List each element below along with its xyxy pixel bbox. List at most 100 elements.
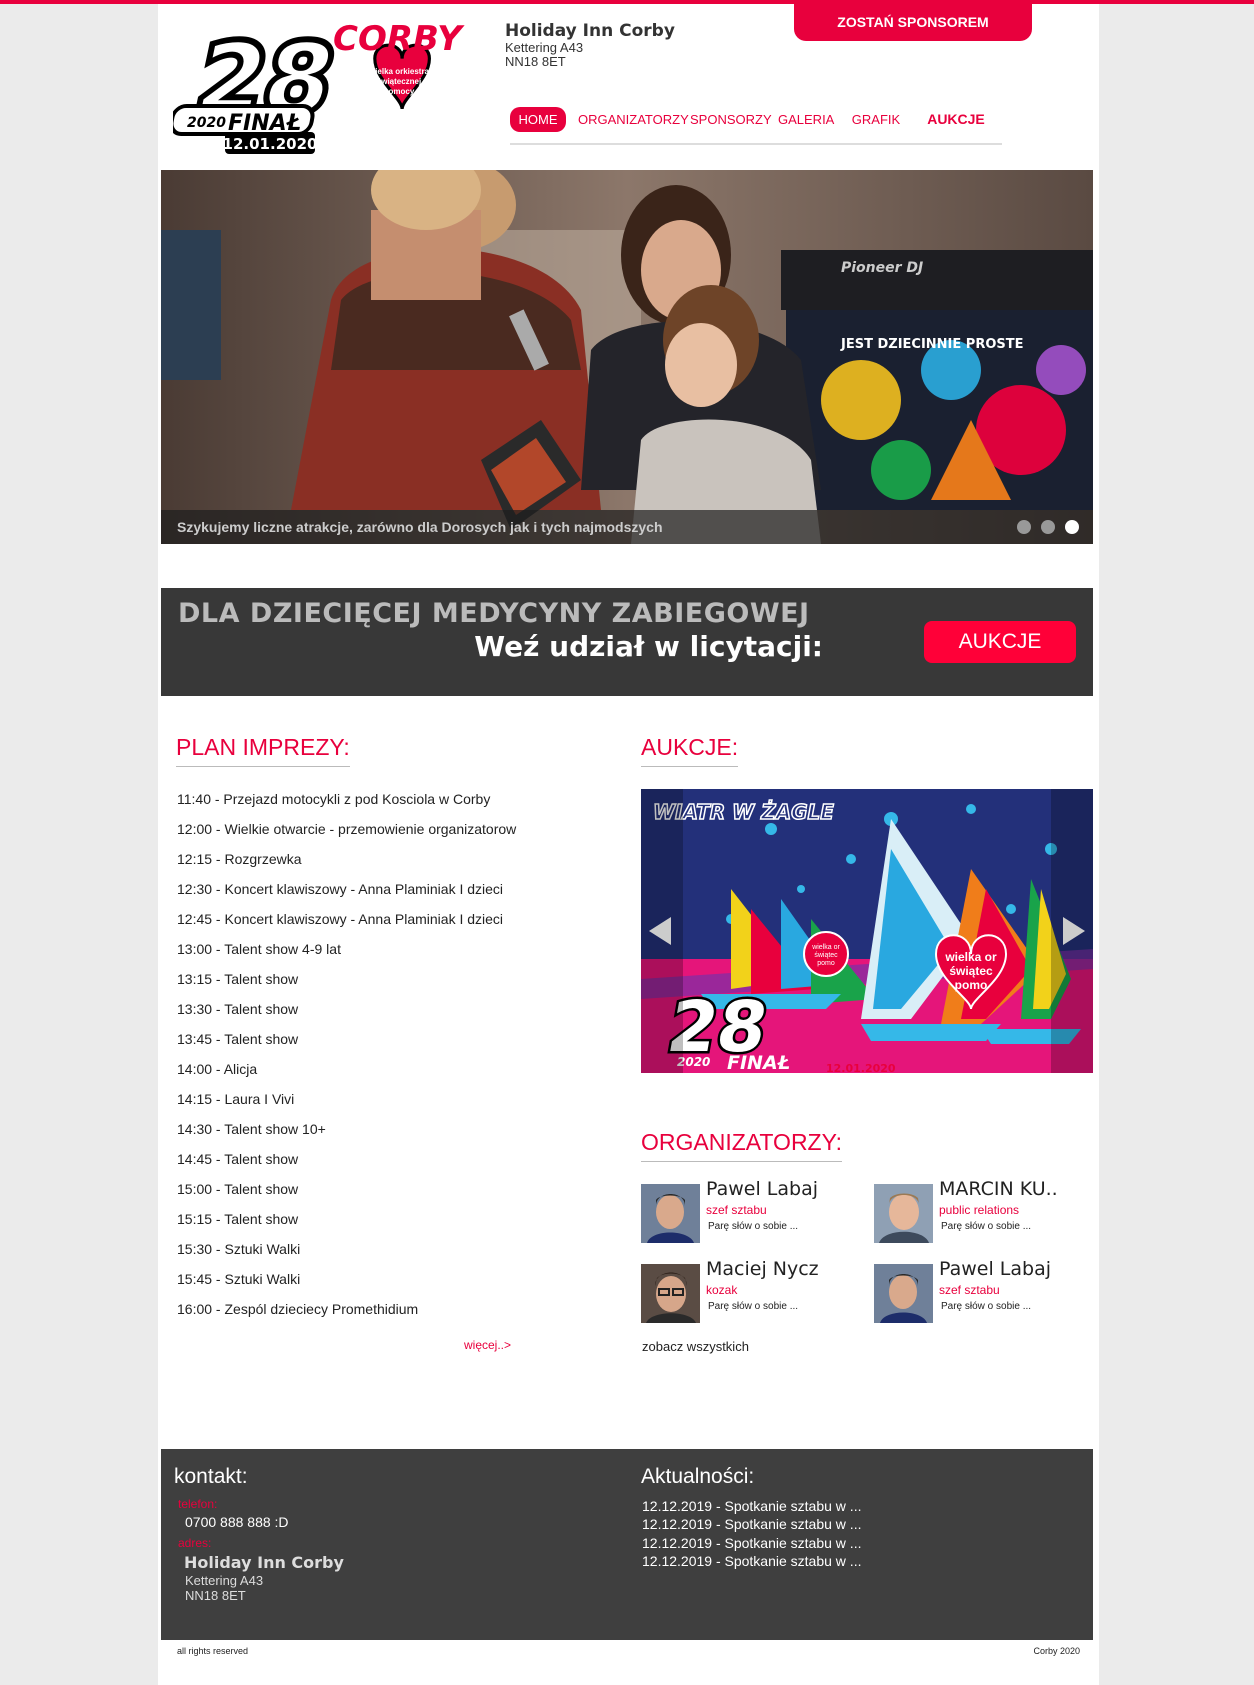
nav-auctions[interactable]: AUKCJE	[922, 107, 990, 132]
logo-date: 12.01.2020	[223, 135, 318, 153]
organizer-card[interactable]: Maciej Nycz kozak Parę słów o sobie ...	[641, 1258, 861, 1328]
hero-photo: Pioneer DJ JEST DZIECINNIE PROSTE	[161, 170, 1093, 544]
plan-item: 14:45 - Talent show	[177, 1151, 299, 1167]
plan-item: 14:15 - Laura I Vivi	[177, 1091, 295, 1107]
organizer-desc: Parę słów o sobie ...	[941, 1301, 1032, 1312]
organizer-role: kozak	[706, 1283, 738, 1297]
slider-caption: Szykujemy liczne atrakcje, zarówno dla D…	[177, 519, 663, 535]
plan-item: 12:00 - Wielkie otwarcie - przemowienie …	[177, 821, 517, 837]
copyright-text: Corby 2020	[1033, 1646, 1080, 1656]
address-name: Holiday Inn Corby	[184, 1553, 344, 1572]
venue-street: Kettering A43	[505, 40, 584, 55]
plan-item: 16:00 - Zespól dzieciecy Promethidium	[177, 1301, 419, 1317]
auctions-title: AUKCJE:	[641, 734, 739, 767]
organizer-name: Maciej Nycz	[706, 1258, 819, 1280]
phone-label: telefon:	[178, 1497, 218, 1511]
slider-dot-2[interactable]	[1041, 520, 1055, 534]
avatar	[874, 1184, 933, 1243]
carousel-prev-icon[interactable]	[641, 889, 683, 973]
organizer-role: szef sztabu	[939, 1283, 1000, 1297]
heart-text-3: pomocy	[384, 87, 415, 96]
become-sponsor-button[interactable]: ZOSTAŃ SPONSOREM	[794, 4, 1032, 41]
news-item[interactable]: 12.12.2019 - Spotkanie sztabu w ...	[642, 1516, 861, 1532]
organizer-role: public relations	[939, 1203, 1020, 1217]
venue-info: Holiday Inn Corby Kettering A43 NN18 8ET	[505, 21, 675, 69]
logo-year: 2020	[187, 115, 226, 131]
banner-subheading: Weź udział w licytacji:	[474, 630, 823, 663]
auction-image-final: FINAŁ	[727, 1052, 790, 1073]
slider-caption-bar: Szykujemy liczne atrakcje, zarówno dla D…	[161, 510, 1093, 544]
plan-item: 12:15 - Rozgrzewka	[177, 851, 302, 867]
auction-heart-1: wielka or	[944, 950, 997, 964]
auction-heart-small-1: wielka or	[811, 944, 840, 951]
slider-dot-1[interactable]	[1017, 520, 1031, 534]
auction-heart-3: pomo	[955, 978, 988, 992]
address-street: Kettering A43	[185, 1573, 264, 1588]
venue-name: Holiday Inn Corby	[505, 21, 675, 41]
see-all-organizers-link[interactable]: zobacz wszystkich	[642, 1339, 749, 1354]
address-postcode: NN18 8ET	[185, 1588, 246, 1603]
nav-gallery[interactable]: GALERIA	[778, 107, 834, 132]
plan-item: 14:30 - Talent show 10+	[177, 1121, 326, 1137]
banner-heading: DLA DZIECIĘCEJ MEDYCYNY ZABIEGOWEJ	[178, 598, 810, 629]
plan-item: 12:30 - Koncert klawiszowy - Anna Plamin…	[177, 881, 504, 897]
dj-brand-text: Pioneer DJ	[841, 260, 923, 276]
avatar	[641, 1264, 700, 1323]
organizer-card[interactable]: Pawel Labaj szef sztabu Parę słów o sobi…	[641, 1178, 861, 1248]
organizer-name: Pawel Labaj	[939, 1258, 1052, 1280]
logo-graphic: 28 28 28 wielka orkiestra świątecznej po…	[169, 18, 465, 154]
venue-postcode: NN18 8ET	[505, 54, 566, 69]
contact-title: kontakt:	[174, 1465, 248, 1488]
auction-image: wielka or świątec pomo wielka or świątec…	[641, 789, 1093, 1073]
plan-item: 14:00 - Alicja	[177, 1061, 258, 1077]
plan-item: 15:45 - Sztuki Walki	[177, 1271, 301, 1287]
auction-image-date: 12.01.2020	[826, 1062, 896, 1073]
plan-item: 15:00 - Talent show	[177, 1181, 299, 1197]
organizer-card[interactable]: Pawel Labaj szef sztabu Parę słów o sobi…	[874, 1258, 1094, 1328]
plan-item: 13:00 - Talent show 4-9 lat	[177, 941, 341, 957]
site-logo[interactable]: 28 28 28 wielka orkiestra świątecznej po…	[169, 12, 473, 162]
plan-item: 13:30 - Talent show	[177, 1001, 299, 1017]
organizer-role: szef sztabu	[706, 1203, 767, 1217]
main-nav: HOME ORGANIZATORZY SPONSORZY GALERIA GRA…	[510, 103, 1002, 145]
nav-schedule[interactable]: GRAFIK	[846, 107, 906, 132]
organizer-name: MARCIN KU..	[939, 1178, 1058, 1200]
auction-heart-small-3: pomo	[817, 960, 835, 967]
carousel-next-icon[interactable]	[1051, 889, 1093, 973]
heart-text-1: wielka orkiestra	[368, 67, 430, 76]
news-item[interactable]: 12.12.2019 - Spotkanie sztabu w ...	[642, 1553, 861, 1569]
auction-heart-small-2: świątec	[814, 952, 838, 959]
sign-text: JEST DZIECINNIE PROSTE	[840, 337, 1024, 352]
plan-item: 13:45 - Talent show	[177, 1031, 299, 1047]
plan-item: 15:30 - Sztuki Walki	[177, 1241, 301, 1257]
organizer-desc: Parę słów o sobie ...	[708, 1221, 799, 1232]
plan-item: 13:15 - Talent show	[177, 971, 299, 987]
plan-more-link[interactable]: więcej..>	[464, 1338, 511, 1352]
avatar	[874, 1264, 933, 1323]
organizer-name: Pawel Labaj	[706, 1178, 819, 1200]
footer: kontakt: telefon: 0700 888 888 :D adres:…	[161, 1449, 1093, 1640]
plan-item: 11:40 - Przejazd motocykli z pod Kosciol…	[177, 791, 491, 807]
banner-auction-button[interactable]: AUKCJE	[924, 621, 1076, 663]
avatar	[641, 1184, 700, 1243]
organizer-card[interactable]: MARCIN KU.. public relations Parę słów o…	[874, 1178, 1094, 1248]
heart-text-2: świątecznej	[377, 77, 421, 86]
news-title: Aktualności:	[641, 1465, 755, 1488]
nav-sponsors[interactable]: SPONSORZY	[690, 107, 772, 132]
rights-text: all rights reserved	[177, 1646, 249, 1656]
plan-item: 15:15 - Talent show	[177, 1211, 299, 1227]
news-item[interactable]: 12.12.2019 - Spotkanie sztabu w ...	[642, 1535, 861, 1551]
auction-carousel[interactable]: wielka or świątec pomo wielka or świątec…	[641, 789, 1093, 1073]
news-item[interactable]: 12.12.2019 - Spotkanie sztabu w ...	[642, 1498, 861, 1514]
phone-number: 0700 888 888 :D	[185, 1514, 289, 1530]
hero-slider[interactable]: Pioneer DJ JEST DZIECINNIE PROSTE Szykuj…	[161, 170, 1093, 544]
organizers-title: ORGANIZATORZY:	[641, 1129, 843, 1162]
slider-dot-3[interactable]	[1065, 520, 1079, 534]
organizer-desc: Parę słów o sobie ...	[941, 1221, 1032, 1232]
plan-list: 11:40 - Przejazd motocykli z pod Kosciol…	[177, 784, 617, 1324]
nav-organizers[interactable]: ORGANIZATORZY	[578, 107, 689, 132]
nav-home[interactable]: HOME	[510, 107, 566, 132]
logo-city: CORBY	[333, 19, 465, 59]
auction-banner: DLA DZIECIĘCEJ MEDYCYNY ZABIEGOWEJ Weź u…	[161, 588, 1093, 696]
auction-heart-2: świątec	[949, 964, 993, 978]
